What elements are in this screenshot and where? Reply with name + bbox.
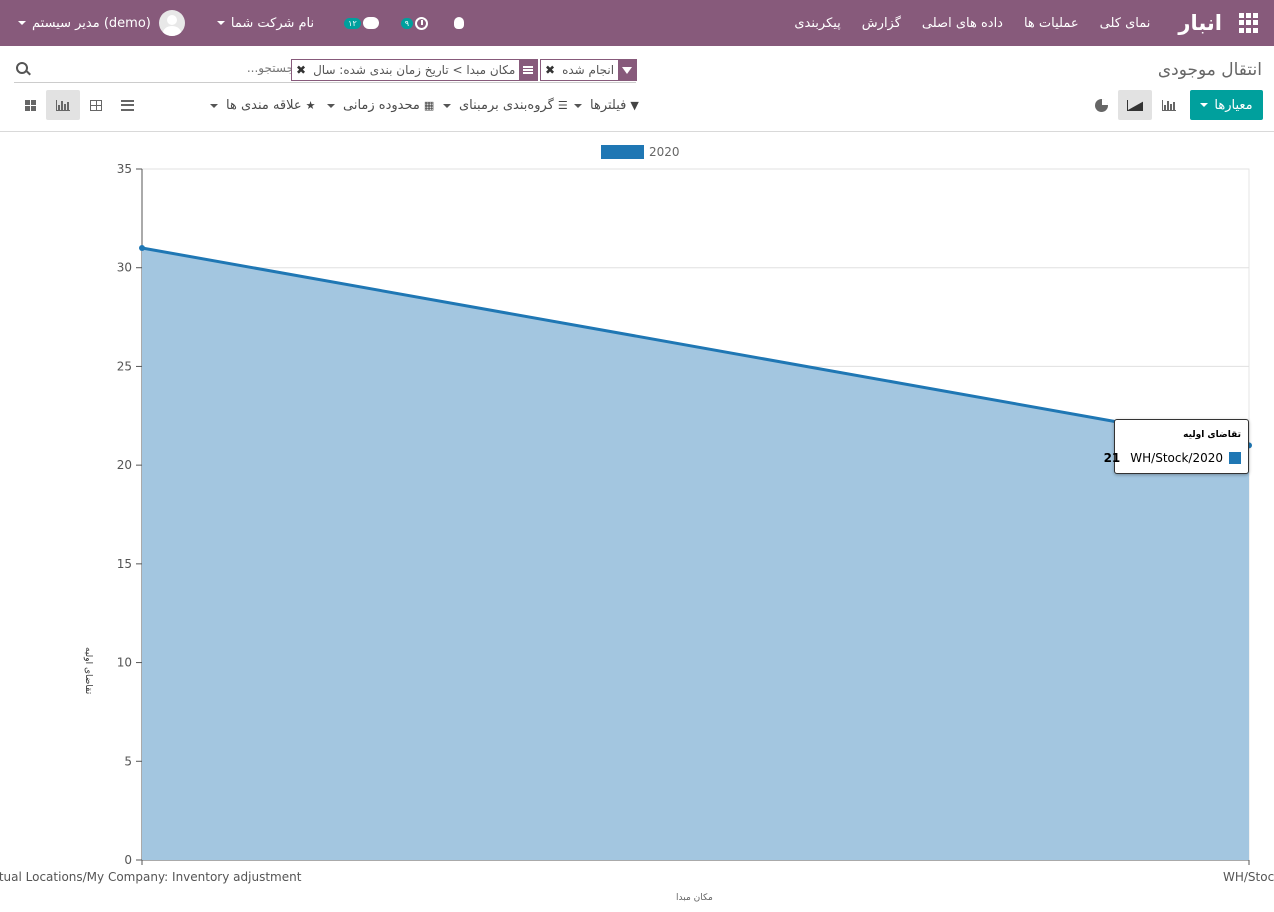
x-tick-label: WH/Stock xyxy=(1223,870,1274,884)
series-area xyxy=(142,247,1249,860)
chevron-down-icon xyxy=(18,21,26,25)
activities-badge: ۹ xyxy=(400,17,414,29)
x-axis-label: مکان مبدا xyxy=(676,893,713,903)
chevron-down-icon xyxy=(210,103,218,108)
chart-legend[interactable]: 2020 xyxy=(601,145,680,159)
timerange-label: محدوده زمانی xyxy=(343,98,420,113)
page-title: انتقال موجودی xyxy=(1157,60,1262,80)
bug-icon xyxy=(454,17,465,29)
company-name: نام شرکت شما xyxy=(230,15,315,31)
bar-chart-icon xyxy=(56,99,70,111)
bar-chart-icon xyxy=(1162,99,1176,111)
menu-reporting[interactable]: گزارش xyxy=(862,16,901,31)
control-panel: انتقال موجودی مکان مبدا > تاریخ زمان بند… xyxy=(0,46,1274,132)
line-chart-button[interactable] xyxy=(1118,90,1152,120)
close-icon[interactable]: ✖ xyxy=(541,63,558,77)
bar-chart-button[interactable] xyxy=(1152,90,1186,120)
activity-menu[interactable]: ۹ xyxy=(400,16,429,30)
y-tick-label: 10 xyxy=(117,656,132,670)
chevron-down-icon xyxy=(216,21,225,25)
graph-view-button[interactable] xyxy=(46,90,80,120)
messaging-menu[interactable]: ۱۲ xyxy=(344,17,379,29)
search-input[interactable] xyxy=(194,61,294,75)
groupby-dropdown[interactable]: ☰ گروه‌بندی برمبنای xyxy=(443,98,568,113)
list-icon xyxy=(120,99,134,111)
debug-menu[interactable] xyxy=(428,17,465,29)
pie-chart-button[interactable] xyxy=(1084,90,1118,120)
star-icon: ★ xyxy=(305,99,316,112)
favorites-label: علاقه مندی ها xyxy=(226,98,302,113)
chevron-down-icon xyxy=(327,103,335,108)
favorites-dropdown[interactable]: ★ علاقه مندی ها xyxy=(210,98,316,113)
chevron-down-icon xyxy=(443,103,451,108)
kanban-view-button[interactable] xyxy=(14,90,48,120)
search-bar: مکان مبدا > تاریخ زمان بندی شده: سال ✖ ا… xyxy=(14,57,638,83)
search-facet-filter: انجام شده ✖ xyxy=(540,59,638,81)
chart-area: 0 5 10 15 20 25 30 35 Virtual Locations/My Compa… xyxy=(0,133,1274,912)
group-by-icon: ☰ xyxy=(557,99,568,112)
area-chart-icon xyxy=(1127,99,1143,111)
timerange-dropdown[interactable]: ▦ محدوده زمانی xyxy=(327,98,434,113)
funnel-icon: ▼ xyxy=(630,99,639,112)
clock-icon xyxy=(415,16,429,30)
app-brand[interactable]: انبار xyxy=(1178,11,1222,35)
y-tick-label: 0 xyxy=(124,853,132,867)
menu-operations[interactable]: عملیات ها xyxy=(1024,16,1079,31)
y-tick-label: 25 xyxy=(117,359,132,373)
pivot-view-button[interactable] xyxy=(79,90,113,120)
company-switcher[interactable]: نام شرکت شما xyxy=(211,16,314,31)
kanban-icon xyxy=(25,99,37,111)
menu-master-data[interactable]: داده های اصلی xyxy=(922,16,1003,31)
tooltip-value: 21 xyxy=(1103,451,1121,465)
y-tick-label: 15 xyxy=(117,557,132,571)
close-icon[interactable]: ✖ xyxy=(292,63,309,77)
navbar-systray: مدیر سیستم (demo) نام شرکت شما ۱۲ ۹ xyxy=(12,0,465,46)
apps-menu-icon[interactable] xyxy=(1238,13,1258,33)
area-chart[interactable]: 0 5 10 15 20 25 30 35 Virtual Locations/My Compa… xyxy=(0,133,1274,912)
funnel-icon xyxy=(618,60,637,80)
y-axis-label: تقاضای اولیه xyxy=(83,647,93,695)
messages-badge: ۱۲ xyxy=(344,17,361,29)
avatar xyxy=(158,10,185,36)
search-icon[interactable] xyxy=(16,62,28,74)
list-view-button[interactable] xyxy=(110,90,144,120)
tooltip-row: WH/Stock/2020 21 xyxy=(1104,451,1241,465)
y-tick-label: 20 xyxy=(117,458,132,472)
chart-tooltip: تقاضای اولیه WH/Stock/2020 21 xyxy=(1104,419,1249,474)
filters-label: فیلترها xyxy=(590,98,627,113)
calendar-icon: ▦ xyxy=(423,99,435,112)
pie-chart-icon xyxy=(1094,98,1108,112)
measures-button[interactable]: معیارها xyxy=(1190,90,1263,120)
user-name: مدیر سیستم (demo) xyxy=(32,15,151,31)
table-icon xyxy=(90,99,102,111)
tooltip-label: WH/Stock/2020 xyxy=(1130,451,1223,465)
user-menu[interactable]: مدیر سیستم (demo) xyxy=(12,10,185,36)
facet-label: مکان مبدا > تاریخ زمان بندی شده: سال xyxy=(313,63,516,77)
tooltip-title: تقاضای اولیه xyxy=(1183,430,1241,440)
filters-dropdown[interactable]: ▼ فیلترها xyxy=(574,98,639,113)
top-navbar: انبار نمای کلی عملیات ها داده های اصلی گ… xyxy=(0,0,1274,46)
y-tick-label: 5 xyxy=(124,754,132,768)
group-by-icon xyxy=(519,60,538,80)
legend-swatch xyxy=(601,145,644,159)
tooltip-swatch xyxy=(1229,452,1241,464)
y-tick-label: 35 xyxy=(117,162,132,176)
data-point xyxy=(139,244,145,251)
chevron-down-icon xyxy=(574,103,582,108)
legend-label: 2020 xyxy=(649,145,680,159)
facet-label: انجام شده xyxy=(562,63,615,77)
menu-overview[interactable]: نمای کلی xyxy=(1100,16,1151,31)
search-facet-groupby: مکان مبدا > تاریخ زمان بندی شده: سال ✖ xyxy=(291,59,539,81)
menu-configuration[interactable]: پیکربندی xyxy=(794,16,840,31)
groupby-label: گروه‌بندی برمبنای xyxy=(459,98,554,113)
chevron-down-icon xyxy=(1200,103,1209,107)
y-tick-label: 30 xyxy=(117,261,132,275)
chat-icon xyxy=(362,17,379,29)
x-tick-label: Virtual Locations/My Company: Inventory … xyxy=(0,870,302,884)
measures-label: معیارها xyxy=(1214,97,1253,113)
